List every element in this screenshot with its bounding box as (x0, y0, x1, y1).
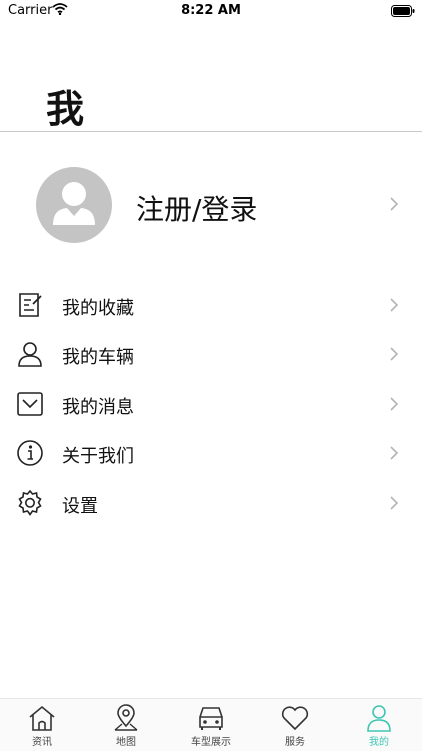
tab-mine[interactable]: 我的 (337, 701, 421, 751)
user-icon (337, 704, 421, 732)
chevron-right-icon (389, 297, 399, 317)
tab-label: 我的 (369, 737, 389, 748)
tab-map[interactable]: 地图 (84, 701, 168, 751)
tab-label: 服务 (285, 737, 305, 748)
battery-icon (391, 5, 415, 21)
tab-label: 车型展示 (191, 737, 231, 748)
tab-car-models[interactable]: 车型展示 (169, 701, 253, 751)
menu-label: 我的车辆 (62, 347, 134, 368)
menu-label: 关于我们 (62, 446, 134, 467)
user-icon (16, 340, 44, 372)
menu-item-about-us[interactable]: 关于我们 (0, 433, 422, 473)
note-edit-icon (16, 291, 44, 323)
menu-item-favorites[interactable]: 我的收藏 (0, 285, 422, 325)
menu-label: 设置 (62, 496, 98, 517)
menu-label: 我的消息 (62, 397, 134, 418)
heart-icon (253, 704, 337, 732)
car-icon (169, 704, 253, 732)
chevron-right-icon (389, 346, 399, 366)
status-time: 8:22 AM (181, 3, 241, 18)
login-row[interactable]: 注册/登录 (0, 163, 422, 247)
tab-service[interactable]: 服务 (253, 701, 337, 751)
chevron-right-icon (389, 196, 399, 216)
map-pin-icon (84, 704, 168, 732)
chevron-right-icon (389, 445, 399, 465)
tab-label: 资讯 (32, 737, 52, 748)
avatar-placeholder-icon (36, 167, 112, 247)
chevron-right-icon (389, 396, 399, 416)
page-title: 我 (46, 87, 85, 131)
mail-icon (16, 390, 44, 422)
gear-icon (16, 489, 44, 521)
status-bar: Carrier 8:22 AM (0, 0, 422, 22)
login-label: 注册/登录 (136, 193, 258, 226)
info-icon (16, 439, 44, 471)
tab-bar: 资讯 地图 车型展示 服务 我的 (0, 698, 422, 751)
menu-item-settings[interactable]: 设置 (0, 483, 422, 523)
home-icon (0, 704, 84, 732)
menu-item-my-vehicles[interactable]: 我的车辆 (0, 334, 422, 374)
menu-label: 我的收藏 (62, 298, 134, 319)
chevron-right-icon (389, 495, 399, 515)
title-divider (0, 131, 422, 132)
menu-item-messages[interactable]: 我的消息 (0, 384, 422, 424)
tab-label: 地图 (116, 737, 136, 748)
tab-news[interactable]: 资讯 (0, 701, 84, 751)
